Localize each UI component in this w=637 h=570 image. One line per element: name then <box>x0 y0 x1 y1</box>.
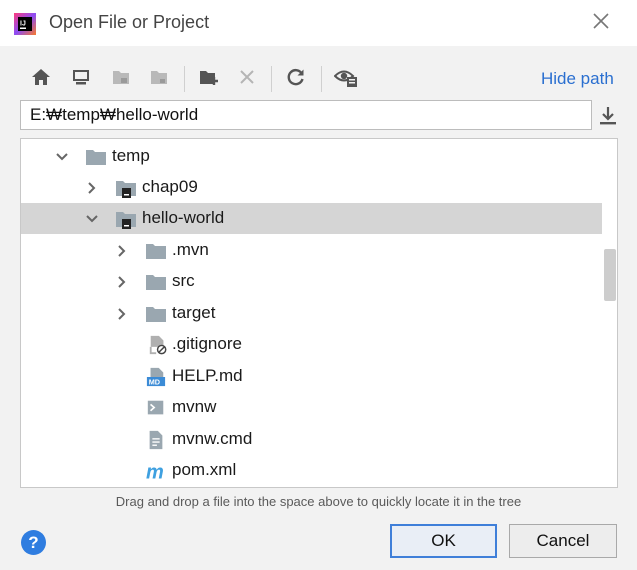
chevron-right-icon[interactable] <box>115 307 129 321</box>
tree-item-pom-xml[interactable]: m pom.xml <box>21 455 602 486</box>
folder-icon <box>146 307 166 322</box>
title-bar: IJ Open File or Project <box>0 0 637 46</box>
chevron-down-icon[interactable] <box>85 212 99 226</box>
tree-item-label: .mvn <box>172 240 209 259</box>
tree-item-label: hello-world <box>142 208 225 227</box>
tree-item-label: chap09 <box>142 177 198 196</box>
tree-item-target[interactable]: target <box>21 298 602 329</box>
folder-icon <box>146 275 166 290</box>
maven-icon: m <box>146 461 164 481</box>
hide-path-link[interactable]: Hide path <box>541 69 614 89</box>
module-folder-icon[interactable] <box>146 64 172 90</box>
refresh-icon[interactable] <box>283 64 309 90</box>
tree-item-label: mvnw <box>172 397 217 416</box>
folder-icon <box>86 150 106 165</box>
tree-item-mvnw-cmd[interactable]: mvnw.cmd <box>21 424 602 455</box>
svg-text:m: m <box>146 461 164 481</box>
tree-item-src[interactable]: src <box>21 266 602 297</box>
tree-item-gitignore[interactable]: .gitignore <box>21 329 602 360</box>
text-file-icon <box>149 430 163 450</box>
cancel-button[interactable]: Cancel <box>509 524 617 558</box>
tree-item-mvn[interactable]: .mvn <box>21 235 602 266</box>
tree-item-label: HELP.md <box>172 366 243 385</box>
show-hidden-icon[interactable] <box>333 64 359 90</box>
home-icon[interactable] <box>28 64 54 90</box>
tree-item-hello-world[interactable]: hello-world <box>21 203 602 234</box>
file-tree[interactable]: temp chap09 hello-world .mvn src target <box>20 138 618 488</box>
desktop-icon[interactable] <box>68 64 94 90</box>
path-field-container <box>20 100 592 130</box>
chevron-right-icon[interactable] <box>85 181 99 195</box>
delete-icon[interactable] <box>234 64 260 90</box>
open-file-dialog: IJ Open File or Project Hide path E:₩tem… <box>0 0 637 570</box>
tree-item-label: src <box>172 271 195 290</box>
close-icon[interactable] <box>590 10 612 32</box>
drag-drop-hint: Drag and drop a file into the space abov… <box>115 494 522 509</box>
dialog-title: Open File or Project <box>49 12 210 32</box>
svg-text:IJ: IJ <box>20 21 26 28</box>
download-icon[interactable] <box>598 105 618 127</box>
chevron-right-icon[interactable] <box>115 244 129 258</box>
tree-item-help-md[interactable]: MD HELP.md <box>21 361 602 392</box>
help-icon[interactable]: ? <box>21 530 46 555</box>
ok-button[interactable]: OK <box>390 524 497 558</box>
tree-item-temp[interactable]: temp <box>21 141 602 172</box>
path-input[interactable] <box>21 101 591 129</box>
intellij-app-icon: IJ <box>14 13 36 35</box>
tree-scrollbar-thumb[interactable] <box>604 249 616 301</box>
tree-item-mvnw[interactable]: mvnw <box>21 392 602 423</box>
toolbar-separator <box>321 66 322 92</box>
project-folder-icon[interactable] <box>108 64 134 90</box>
ignored-file-icon <box>149 335 167 355</box>
markdown-file-icon: MD <box>146 367 166 387</box>
new-folder-icon[interactable] <box>196 64 222 90</box>
tree-item-label: pom.xml <box>172 460 237 479</box>
module-folder-icon <box>116 181 136 198</box>
tree-item-label: .gitignore <box>172 334 242 353</box>
tree-item-label: mvnw.cmd <box>172 429 253 448</box>
folder-icon <box>146 244 166 259</box>
tree-item-label: target <box>172 303 216 322</box>
chevron-right-icon[interactable] <box>115 275 129 289</box>
module-folder-icon <box>116 212 136 229</box>
tree-item-label: temp <box>112 146 150 165</box>
toolbar-separator <box>271 66 272 92</box>
svg-text:MD: MD <box>149 378 160 387</box>
chevron-down-icon[interactable] <box>55 150 69 164</box>
toolbar-separator <box>184 66 185 92</box>
tree-item-chap09[interactable]: chap09 <box>21 172 602 203</box>
shell-script-icon <box>147 400 164 415</box>
